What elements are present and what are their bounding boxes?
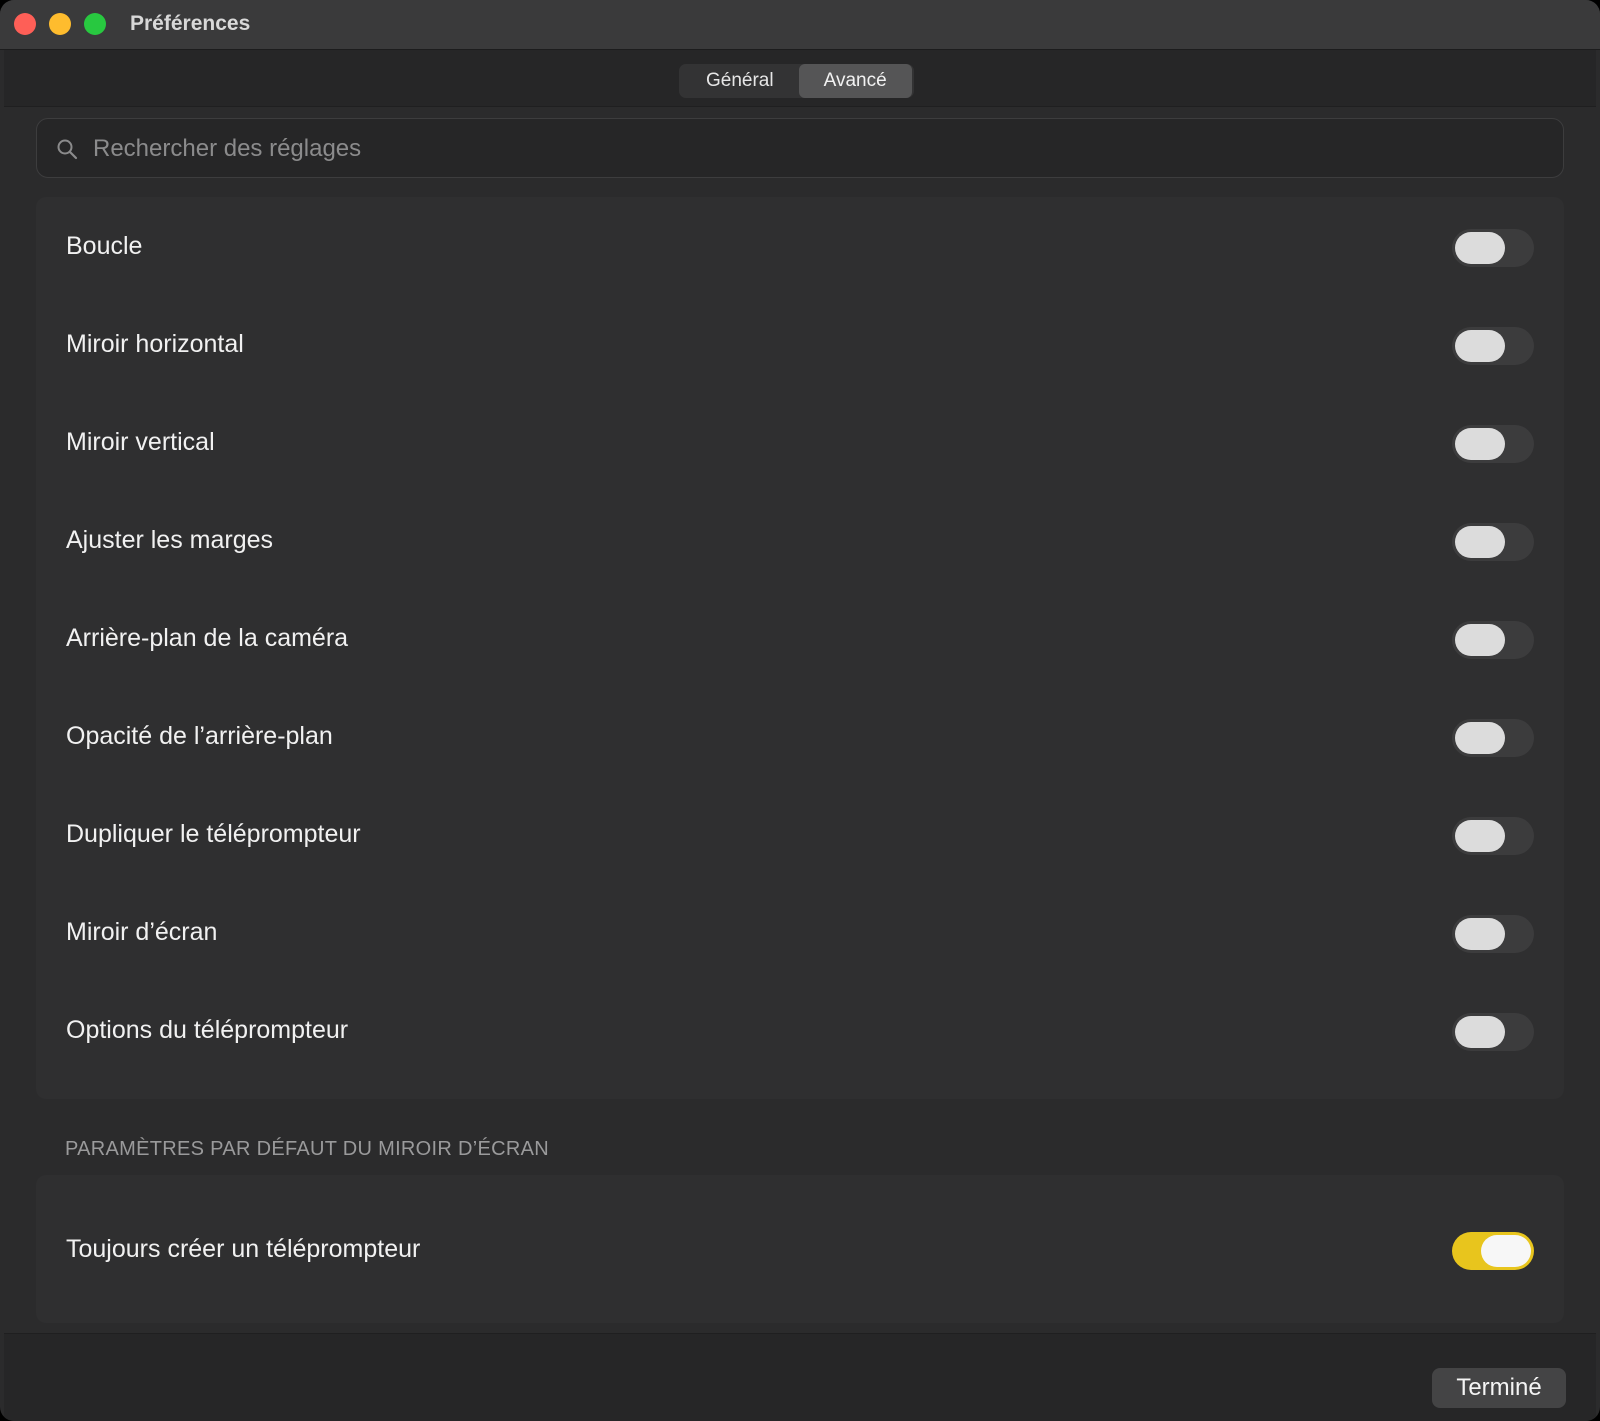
toggle-knob: [1455, 918, 1505, 950]
setting-label: Dupliquer le téléprompteur: [66, 820, 361, 848]
search-icon: [57, 139, 78, 160]
footer-bar: Terminé: [4, 1333, 1596, 1421]
miroir-vertical-toggle[interactable]: [1452, 425, 1534, 463]
tab-bar: Général Avancé: [4, 50, 1596, 107]
toggle-knob: [1455, 820, 1505, 852]
search-input[interactable]: [91, 119, 1535, 179]
toggle-knob: [1481, 1235, 1531, 1267]
miroir-horizontal-toggle[interactable]: [1452, 327, 1534, 365]
setting-label: Boucle: [66, 232, 143, 260]
maximize-window-button[interactable]: [84, 13, 106, 35]
done-button[interactable]: Terminé: [1432, 1368, 1566, 1408]
search-field[interactable]: [36, 118, 1564, 179]
setting-row-miroir-ecran: Miroir d’écran: [36, 883, 1564, 981]
setting-row-opacite-arriere-plan: Opacité de l’arrière-plan: [36, 687, 1564, 785]
mirror-defaults-group: Toujours créer un téléprompteur: [36, 1175, 1564, 1323]
ajuster-marges-toggle[interactable]: [1452, 523, 1534, 561]
tab-general[interactable]: Général: [681, 64, 799, 98]
toggle-knob: [1455, 1016, 1505, 1048]
arriere-plan-camera-toggle[interactable]: [1452, 621, 1534, 659]
setting-row-dupliquer-teleprompteur: Dupliquer le téléprompteur: [36, 785, 1564, 883]
setting-label: Options du téléprompteur: [66, 1016, 349, 1044]
setting-label: Miroir d’écran: [66, 918, 218, 946]
setting-row-options-teleprompteur: Options du téléprompteur: [36, 981, 1564, 1079]
setting-row-toujours-creer: Toujours créer un téléprompteur: [36, 1200, 1564, 1298]
setting-label: Opacité de l’arrière-plan: [66, 722, 333, 750]
setting-label: Arrière-plan de la caméra: [66, 624, 349, 652]
options-teleprompteur-toggle[interactable]: [1452, 1013, 1534, 1051]
setting-row-miroir-horizontal: Miroir horizontal: [36, 295, 1564, 393]
setting-label: Ajuster les marges: [66, 526, 274, 554]
settings-group: Boucle Miroir horizontal Miroir vertical…: [36, 197, 1564, 1099]
tab-segmented-control: Général Avancé: [679, 64, 914, 98]
dupliquer-teleprompteur-toggle[interactable]: [1452, 817, 1534, 855]
setting-label: Miroir vertical: [66, 428, 215, 456]
setting-label: Miroir horizontal: [66, 330, 244, 358]
window-title: Préférences: [130, 12, 251, 35]
setting-row-arriere-plan-camera: Arrière-plan de la caméra: [36, 589, 1564, 687]
toggle-knob: [1455, 232, 1505, 264]
toggle-knob: [1455, 330, 1505, 362]
minimize-window-button[interactable]: [49, 13, 71, 35]
title-bar: Préférences: [0, 0, 1600, 50]
toggle-knob: [1455, 526, 1505, 558]
miroir-ecran-toggle[interactable]: [1452, 915, 1534, 953]
toggle-knob: [1455, 624, 1505, 656]
boucle-toggle[interactable]: [1452, 229, 1534, 267]
toggle-knob: [1455, 722, 1505, 754]
toujours-creer-teleprompteur-toggle[interactable]: [1452, 1232, 1534, 1270]
opacite-arriere-plan-toggle[interactable]: [1452, 719, 1534, 757]
setting-label: Toujours créer un téléprompteur: [66, 1235, 421, 1263]
setting-row-miroir-vertical: Miroir vertical: [36, 393, 1564, 491]
section-header-mirror-defaults: PARAMÈTRES PAR DÉFAUT DU MIROIR D’ÉCRAN: [65, 1138, 549, 1160]
preferences-window: Préférences Général Avancé Boucle Miroir…: [0, 0, 1600, 1421]
setting-row-boucle: Boucle: [36, 197, 1564, 295]
setting-row-ajuster-marges: Ajuster les marges: [36, 491, 1564, 589]
tab-advanced[interactable]: Avancé: [798, 64, 912, 98]
toggle-knob: [1455, 428, 1505, 460]
close-window-button[interactable]: [14, 13, 36, 35]
